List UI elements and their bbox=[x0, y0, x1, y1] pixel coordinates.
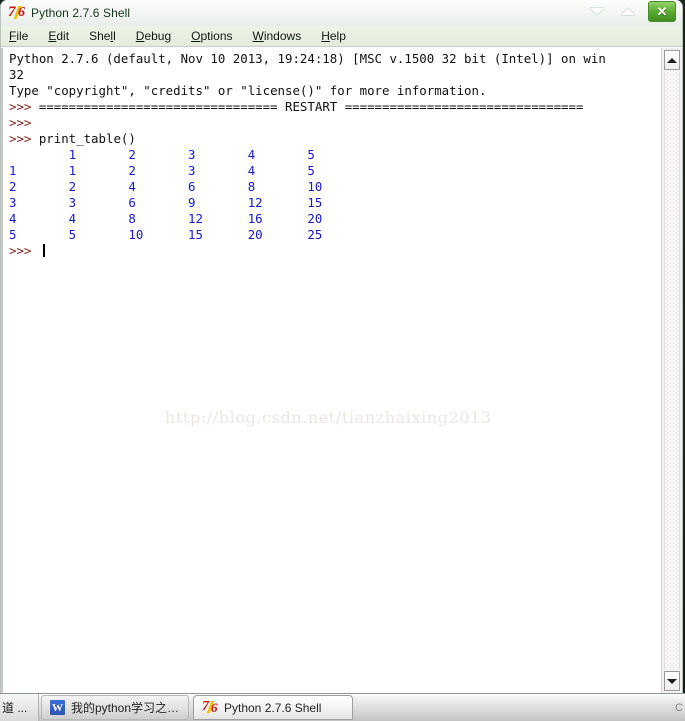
banner-line-3: Type "copyright", "credits" or "license(… bbox=[9, 83, 487, 98]
restart-separator: ================================ RESTART… bbox=[38, 99, 584, 114]
table-row: 2 2 4 6 8 10 bbox=[9, 179, 323, 194]
prompt-command: >>> bbox=[9, 131, 39, 146]
minimize-button[interactable] bbox=[586, 3, 608, 21]
close-icon: ✕ bbox=[656, 4, 668, 19]
scroll-up-button[interactable] bbox=[664, 50, 680, 70]
console-output: Python 2.7.6 (default, Nov 10 2013, 19:2… bbox=[9, 51, 661, 259]
close-button[interactable]: ✕ bbox=[648, 1, 676, 22]
down-arrow-icon bbox=[667, 678, 677, 684]
table-row: 5 5 10 15 20 25 bbox=[9, 227, 323, 242]
taskbar-item-label: 我的python学习之旅... bbox=[71, 701, 180, 715]
table-row: 1 1 2 3 4 5 bbox=[9, 163, 315, 178]
banner-line-2: 32 bbox=[9, 67, 24, 82]
shell-body: Python 2.7.6 (default, Nov 10 2013, 19:2… bbox=[1, 47, 682, 693]
system-tray[interactable]: C bbox=[675, 694, 685, 721]
menu-item-options[interactable]: Options bbox=[191, 27, 243, 45]
window-title: Python 2.7.6 Shell bbox=[31, 6, 131, 20]
maximize-button[interactable] bbox=[617, 3, 639, 21]
taskbar-item-python-shell[interactable]: 76 Python 2.7.6 Shell bbox=[193, 695, 353, 720]
text-cursor bbox=[42, 244, 45, 257]
menu-item-debug[interactable]: Debug bbox=[136, 27, 182, 45]
taskbar-item-label: Python 2.7.6 Shell bbox=[224, 700, 322, 715]
table-row: 4 4 8 12 16 20 bbox=[9, 211, 323, 226]
prompt-restart: >>> bbox=[9, 99, 39, 114]
chevron-down-icon bbox=[590, 8, 604, 15]
window-controls: ✕ bbox=[586, 1, 676, 22]
title-bar[interactable]: 7 6 Python 2.7.6 Shell ✕ bbox=[1, 0, 682, 26]
chevron-up-icon bbox=[621, 8, 635, 15]
table-row: 3 3 6 9 12 15 bbox=[9, 195, 323, 210]
menu-bar: File Edit Shell Debug Options Windows He… bbox=[1, 26, 682, 47]
prompt-active: >>> bbox=[9, 243, 39, 258]
python-idle-icon: 76 bbox=[202, 698, 218, 715]
taskbar-item-word[interactable]: W 我的python学习之旅... bbox=[41, 695, 189, 720]
prompt-blank: >>> bbox=[9, 115, 39, 130]
menu-item-help[interactable]: Help bbox=[321, 27, 357, 45]
taskbar-clipped-item[interactable]: 道 ... bbox=[0, 694, 39, 721]
word-icon: W bbox=[50, 700, 65, 715]
menu-item-windows[interactable]: Windows bbox=[253, 27, 313, 45]
shell-text-area[interactable]: Python 2.7.6 (default, Nov 10 2013, 19:2… bbox=[1, 48, 661, 693]
menu-item-file[interactable]: File bbox=[9, 27, 39, 45]
scroll-down-button[interactable] bbox=[664, 671, 680, 691]
table-header-row: 1 2 3 4 5 bbox=[9, 147, 315, 162]
banner-line-1: Python 2.7.6 (default, Nov 10 2013, 19:2… bbox=[9, 51, 606, 66]
watermark-text: http://blog.csdn.net/tianzhaixing2013 bbox=[165, 408, 492, 427]
up-arrow-icon bbox=[667, 57, 677, 63]
command-text: print_table() bbox=[38, 131, 136, 146]
python-idle-icon: 7 6 bbox=[8, 4, 25, 20]
taskbar-spacer bbox=[355, 694, 675, 721]
menu-item-shell[interactable]: Shell bbox=[89, 27, 127, 45]
menu-item-edit[interactable]: Edit bbox=[48, 27, 80, 45]
scrollbar-track[interactable] bbox=[664, 72, 680, 669]
taskbar: 道 ... W 我的python学习之旅... 76 Python 2.7.6 … bbox=[0, 693, 685, 721]
idle-shell-window: 7 6 Python 2.7.6 Shell ✕ File Edit Shell… bbox=[0, 0, 683, 694]
vertical-scrollbar[interactable] bbox=[661, 48, 682, 693]
